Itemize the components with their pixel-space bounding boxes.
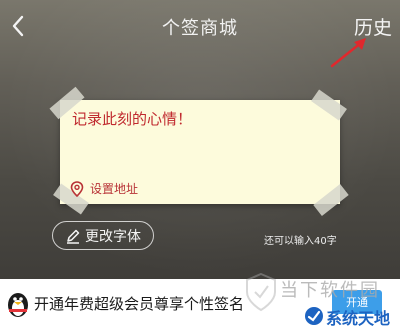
- char-limit-text: 还可以输入40字: [264, 236, 337, 247]
- pen-icon: [67, 229, 80, 244]
- set-location-button[interactable]: 设置地址: [70, 180, 138, 197]
- site-name: 系统天地: [326, 309, 391, 328]
- editor-screen: 个签商城 历史 记录此刻的心情！ 设置地址 更改字体 还可以输入40字: [0, 0, 400, 279]
- tape-decoration: [313, 184, 349, 216]
- watermark-text: 当下软件园: [280, 280, 380, 301]
- tape-decoration: [311, 89, 347, 121]
- location-label: 设置地址: [90, 182, 139, 196]
- site-logo-icon: [305, 307, 323, 325]
- change-font-label: 更改字体: [85, 228, 141, 245]
- change-font-button[interactable]: 更改字体: [52, 221, 154, 250]
- map-pin-icon: [70, 180, 84, 197]
- penguin-icon: [8, 293, 28, 317]
- watermark-shield-icon: [246, 272, 276, 312]
- red-annotation-arrow: [330, 38, 366, 68]
- banner-text: 开通年费超级会员尊享个性签名: [34, 295, 245, 313]
- signature-input[interactable]: 记录此刻的心情！: [72, 108, 192, 129]
- signature-note-card[interactable]: 记录此刻的心情！ 设置地址: [49, 86, 349, 216]
